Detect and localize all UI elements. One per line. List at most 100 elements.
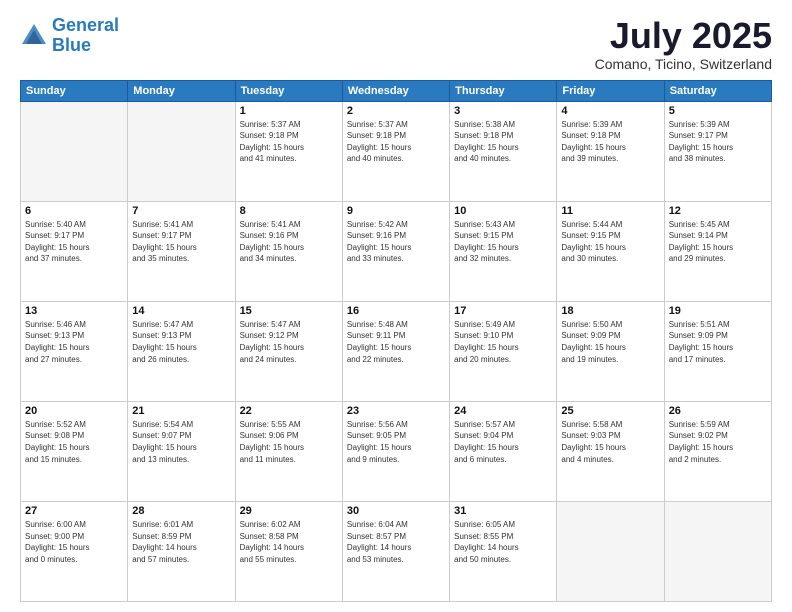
day-detail: Sunrise: 5:47 AM Sunset: 9:13 PM Dayligh…: [132, 319, 230, 365]
day-detail: Sunrise: 6:05 AM Sunset: 8:55 PM Dayligh…: [454, 519, 552, 565]
day-number: 8: [240, 205, 338, 217]
day-detail: Sunrise: 5:44 AM Sunset: 9:15 PM Dayligh…: [561, 219, 659, 265]
day-detail: Sunrise: 5:46 AM Sunset: 9:13 PM Dayligh…: [25, 319, 123, 365]
col-friday: Friday: [557, 80, 664, 101]
calendar-cell: 8 Sunrise: 5:41 AM Sunset: 9:16 PM Daylig…: [235, 201, 342, 301]
day-detail: Sunrise: 6:01 AM Sunset: 8:59 PM Dayligh…: [132, 519, 230, 565]
day-number: 10: [454, 205, 552, 217]
day-number: 25: [561, 405, 659, 417]
day-detail: Sunrise: 5:50 AM Sunset: 9:09 PM Dayligh…: [561, 319, 659, 365]
calendar-cell: [557, 501, 664, 601]
day-detail: Sunrise: 5:40 AM Sunset: 9:17 PM Dayligh…: [25, 219, 123, 265]
calendar-cell: 29 Sunrise: 6:02 AM Sunset: 8:58 PM Dayli…: [235, 501, 342, 601]
day-number: 28: [132, 505, 230, 517]
logo-text: General Blue: [52, 16, 119, 56]
calendar-cell: [664, 501, 771, 601]
day-detail: Sunrise: 5:42 AM Sunset: 9:16 PM Dayligh…: [347, 219, 445, 265]
logo-line2: Blue: [52, 35, 91, 55]
day-number: 19: [669, 305, 767, 317]
day-detail: Sunrise: 5:39 AM Sunset: 9:17 PM Dayligh…: [669, 119, 767, 165]
calendar-cell: 26Sunrise: 5:59 AM Sunset: 9:02 PM Dayli…: [664, 401, 771, 501]
calendar-cell: 12 Sunrise: 5:45 AM Sunset: 9:14 PM Dayli…: [664, 201, 771, 301]
day-number: 27: [25, 505, 123, 517]
day-detail: Sunrise: 5:51 AM Sunset: 9:09 PM Dayligh…: [669, 319, 767, 365]
logo-icon: [20, 22, 48, 50]
location: Comano, Ticino, Switzerland: [595, 56, 772, 72]
header: General Blue July 2025 Comano, Ticino, S…: [20, 16, 772, 72]
day-detail: Sunrise: 5:55 AM Sunset: 9:06 PM Dayligh…: [240, 419, 338, 465]
page: General Blue July 2025 Comano, Ticino, S…: [0, 0, 792, 612]
day-detail: Sunrise: 5:49 AM Sunset: 9:10 PM Dayligh…: [454, 319, 552, 365]
calendar-cell: 31 Sunrise: 6:05 AM Sunset: 8:55 PM Dayli…: [450, 501, 557, 601]
day-number: 20: [25, 405, 123, 417]
day-number: 13: [25, 305, 123, 317]
calendar-cell: 16Sunrise: 5:48 AM Sunset: 9:11 PM Dayli…: [342, 301, 449, 401]
day-number: 7: [132, 205, 230, 217]
day-detail: Sunrise: 5:37 AM Sunset: 9:18 PM Dayligh…: [240, 119, 338, 165]
calendar-cell: 3Sunrise: 5:38 AM Sunset: 9:18 PM Daylig…: [450, 101, 557, 201]
day-number: 31: [454, 505, 552, 517]
calendar-cell: 27 Sunrise: 6:00 AM Sunset: 9:00 PM Dayli…: [21, 501, 128, 601]
day-detail: Sunrise: 5:39 AM Sunset: 9:18 PM Dayligh…: [561, 119, 659, 165]
day-number: 1: [240, 105, 338, 117]
day-number: 12: [669, 205, 767, 217]
col-wednesday: Wednesday: [342, 80, 449, 101]
calendar-cell: 11 Sunrise: 5:44 AM Sunset: 9:15 PM Dayli…: [557, 201, 664, 301]
calendar-cell: 24Sunrise: 5:57 AM Sunset: 9:04 PM Dayli…: [450, 401, 557, 501]
calendar-week-1: 1 Sunrise: 5:37 AM Sunset: 9:18 PM Daylig…: [21, 101, 772, 201]
day-number: 30: [347, 505, 445, 517]
calendar-cell: 23 Sunrise: 5:56 AM Sunset: 9:05 PM Dayli…: [342, 401, 449, 501]
month-title: July 2025: [595, 16, 772, 56]
calendar-cell: 10 Sunrise: 5:43 AM Sunset: 9:15 PM Dayli…: [450, 201, 557, 301]
calendar-cell: 30Sunrise: 6:04 AM Sunset: 8:57 PM Dayli…: [342, 501, 449, 601]
calendar-cell: 28 Sunrise: 6:01 AM Sunset: 8:59 PM Dayli…: [128, 501, 235, 601]
day-detail: Sunrise: 6:02 AM Sunset: 8:58 PM Dayligh…: [240, 519, 338, 565]
day-detail: Sunrise: 5:52 AM Sunset: 9:08 PM Dayligh…: [25, 419, 123, 465]
col-sunday: Sunday: [21, 80, 128, 101]
day-detail: Sunrise: 5:41 AM Sunset: 9:17 PM Dayligh…: [132, 219, 230, 265]
calendar: Sunday Monday Tuesday Wednesday Thursday…: [20, 80, 772, 602]
day-detail: Sunrise: 6:00 AM Sunset: 9:00 PM Dayligh…: [25, 519, 123, 565]
calendar-header-row: Sunday Monday Tuesday Wednesday Thursday…: [21, 80, 772, 101]
calendar-week-4: 20 Sunrise: 5:52 AM Sunset: 9:08 PM Dayli…: [21, 401, 772, 501]
day-number: 4: [561, 105, 659, 117]
day-number: 21: [132, 405, 230, 417]
day-number: 2: [347, 105, 445, 117]
calendar-cell: 18 Sunrise: 5:50 AM Sunset: 9:09 PM Dayli…: [557, 301, 664, 401]
day-number: 22: [240, 405, 338, 417]
calendar-cell: 4 Sunrise: 5:39 AM Sunset: 9:18 PM Daylig…: [557, 101, 664, 201]
day-detail: Sunrise: 5:45 AM Sunset: 9:14 PM Dayligh…: [669, 219, 767, 265]
day-number: 6: [25, 205, 123, 217]
day-detail: Sunrise: 5:38 AM Sunset: 9:18 PM Dayligh…: [454, 119, 552, 165]
day-number: 18: [561, 305, 659, 317]
day-number: 14: [132, 305, 230, 317]
calendar-cell: 9Sunrise: 5:42 AM Sunset: 9:16 PM Daylig…: [342, 201, 449, 301]
day-detail: Sunrise: 5:59 AM Sunset: 9:02 PM Dayligh…: [669, 419, 767, 465]
calendar-week-2: 6 Sunrise: 5:40 AM Sunset: 9:17 PM Daylig…: [21, 201, 772, 301]
calendar-cell: 14 Sunrise: 5:47 AM Sunset: 9:13 PM Dayli…: [128, 301, 235, 401]
calendar-cell: [21, 101, 128, 201]
calendar-cell: 21 Sunrise: 5:54 AM Sunset: 9:07 PM Dayli…: [128, 401, 235, 501]
day-detail: Sunrise: 5:56 AM Sunset: 9:05 PM Dayligh…: [347, 419, 445, 465]
col-monday: Monday: [128, 80, 235, 101]
day-number: 16: [347, 305, 445, 317]
calendar-cell: 13 Sunrise: 5:46 AM Sunset: 9:13 PM Dayli…: [21, 301, 128, 401]
calendar-cell: 1 Sunrise: 5:37 AM Sunset: 9:18 PM Daylig…: [235, 101, 342, 201]
logo: General Blue: [20, 16, 119, 56]
day-number: 23: [347, 405, 445, 417]
calendar-cell: 20 Sunrise: 5:52 AM Sunset: 9:08 PM Dayli…: [21, 401, 128, 501]
day-detail: Sunrise: 5:54 AM Sunset: 9:07 PM Dayligh…: [132, 419, 230, 465]
calendar-cell: 2Sunrise: 5:37 AM Sunset: 9:18 PM Daylig…: [342, 101, 449, 201]
day-number: 17: [454, 305, 552, 317]
logo-line1: General: [52, 15, 119, 35]
day-number: 15: [240, 305, 338, 317]
day-detail: Sunrise: 5:58 AM Sunset: 9:03 PM Dayligh…: [561, 419, 659, 465]
calendar-cell: [128, 101, 235, 201]
col-saturday: Saturday: [664, 80, 771, 101]
day-number: 5: [669, 105, 767, 117]
day-number: 11: [561, 205, 659, 217]
day-detail: Sunrise: 5:43 AM Sunset: 9:15 PM Dayligh…: [454, 219, 552, 265]
day-number: 29: [240, 505, 338, 517]
day-detail: Sunrise: 5:41 AM Sunset: 9:16 PM Dayligh…: [240, 219, 338, 265]
calendar-week-3: 13 Sunrise: 5:46 AM Sunset: 9:13 PM Dayli…: [21, 301, 772, 401]
